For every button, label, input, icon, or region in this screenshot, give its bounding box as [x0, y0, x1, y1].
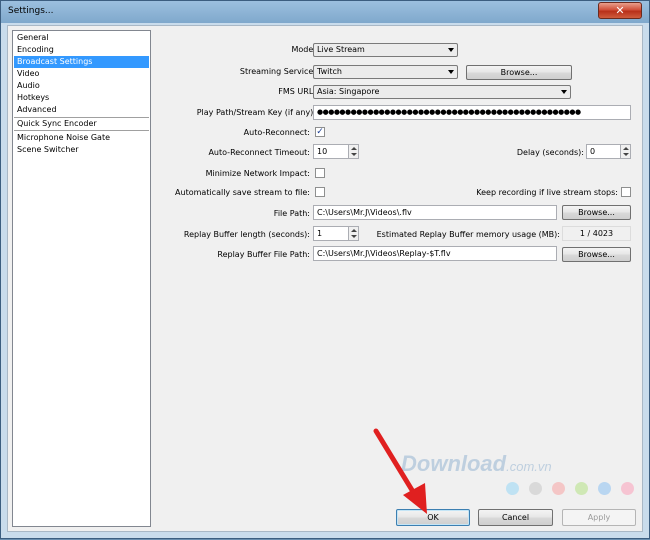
auto-reconnect-timeout-value: 10	[317, 147, 328, 156]
sidebar-item-audio[interactable]: Audio	[14, 80, 149, 92]
watermark-dot	[552, 482, 565, 495]
close-icon: ✕	[615, 4, 625, 17]
replay-buffer-memory-value: 1 / 4023	[562, 226, 631, 241]
replay-buffer-path-field[interactable]: C:\Users\Mr.J\Videos\Replay-$T.flv	[313, 246, 557, 261]
stepper-buttons[interactable]	[620, 145, 630, 158]
chevron-down-icon	[448, 48, 454, 52]
sidebar-item-encoding[interactable]: Encoding	[14, 44, 149, 56]
sidebar-item-microphone-noise-gate[interactable]: Microphone Noise Gate	[14, 132, 149, 144]
title-bar[interactable]: Settings... ✕	[1, 1, 649, 23]
stepper-buttons[interactable]	[348, 227, 358, 240]
mode-label: Mode:	[291, 45, 317, 54]
replay-buffer-browse-button[interactable]: Browse...	[562, 247, 631, 262]
cancel-button[interactable]: Cancel	[478, 509, 553, 526]
settings-category-list: General Encoding Broadcast Settings Vide…	[12, 30, 151, 527]
replay-buffer-length-label: Replay Buffer length (seconds):	[183, 230, 310, 239]
streaming-service-value: Twitch	[317, 67, 342, 76]
fms-url-value: Asia: Singapore	[317, 87, 380, 96]
watermark-dot	[575, 482, 588, 495]
replay-buffer-memory-label: Estimated Replay Buffer memory usage (MB…	[376, 230, 560, 239]
keep-recording-checkbox[interactable]	[621, 187, 631, 197]
chevron-up-icon	[623, 147, 629, 150]
sidebar-item-scene-switcher[interactable]: Scene Switcher	[14, 144, 149, 156]
auto-reconnect-label: Auto-Reconnect:	[243, 128, 310, 137]
sidebar-item-broadcast-settings[interactable]: Broadcast Settings	[14, 56, 149, 68]
stepper-buttons[interactable]	[348, 145, 358, 158]
watermark-dot	[598, 482, 611, 495]
auto-save-stream-label: Automatically save stream to file:	[175, 188, 310, 197]
minimize-network-impact-label: Minimize Network Impact:	[205, 169, 310, 178]
watermark-domain: .com.vn	[506, 459, 552, 474]
file-path-field[interactable]: C:\Users\Mr.J\Videos\.flv	[313, 205, 557, 220]
chevron-down-icon	[351, 235, 357, 238]
delay-stepper[interactable]: 0	[586, 144, 631, 159]
window-title: Settings...	[8, 6, 54, 16]
streaming-service-select[interactable]: Twitch	[313, 65, 458, 79]
ok-button[interactable]: OK	[396, 509, 470, 526]
mode-value: Live Stream	[317, 45, 365, 54]
watermark-dot	[621, 482, 634, 495]
sidebar-item-advanced[interactable]: Advanced	[14, 104, 149, 116]
chevron-down-icon	[561, 90, 567, 94]
delay-value: 0	[590, 147, 596, 156]
replay-buffer-length-value: 1	[317, 229, 323, 238]
checkmark-icon: ✓	[316, 127, 324, 137]
minimize-network-impact-checkbox[interactable]	[315, 168, 325, 178]
file-path-browse-button[interactable]: Browse...	[562, 205, 631, 220]
sidebar-item-quick-sync-encoder[interactable]: Quick Sync Encoder	[14, 118, 149, 130]
download-watermark: Download.com.vn	[401, 451, 552, 477]
file-path-label: File Path:	[273, 209, 310, 218]
chevron-down-icon	[448, 70, 454, 74]
sidebar-item-general[interactable]: General	[14, 32, 149, 44]
chevron-down-icon	[351, 153, 357, 156]
fms-url-label: FMS URL:	[278, 87, 316, 96]
streaming-service-label: Streaming Service:	[239, 67, 316, 76]
fms-url-select[interactable]: Asia: Singapore	[313, 85, 571, 99]
apply-button[interactable]: Apply	[562, 509, 636, 526]
auto-save-stream-checkbox[interactable]	[315, 187, 325, 197]
auto-reconnect-timeout-label: Auto-Reconnect Timeout:	[208, 148, 310, 157]
chevron-down-icon	[623, 153, 629, 156]
chevron-up-icon	[351, 147, 357, 150]
sidebar-item-hotkeys[interactable]: Hotkeys	[14, 92, 149, 104]
sidebar-divider	[14, 130, 149, 131]
watermark-dot	[529, 482, 542, 495]
replay-buffer-length-stepper[interactable]: 1	[313, 226, 359, 241]
settings-window: Settings... ✕ General Encoding Broadcast…	[0, 0, 650, 539]
keep-recording-label: Keep recording if live stream stops:	[476, 188, 618, 197]
replay-buffer-path-label: Replay Buffer File Path:	[217, 250, 310, 259]
stream-key-label: Play Path/Stream Key (if any):	[196, 108, 316, 117]
auto-reconnect-timeout-stepper[interactable]: 10	[313, 144, 359, 159]
sidebar-item-video[interactable]: Video	[14, 68, 149, 80]
close-button[interactable]: ✕	[598, 2, 642, 19]
watermark-dot	[506, 482, 519, 495]
mode-select[interactable]: Live Stream	[313, 43, 458, 57]
auto-reconnect-checkbox[interactable]: ✓	[315, 127, 325, 137]
chevron-up-icon	[351, 229, 357, 232]
watermark-brand: Download	[401, 451, 507, 476]
delay-label: Delay (seconds):	[516, 148, 584, 157]
stream-key-field[interactable]: ●●●●●●●●●●●●●●●●●●●●●●●●●●●●●●●●●●●●●●●●…	[313, 105, 631, 120]
service-browse-button[interactable]: Browse...	[466, 65, 572, 80]
